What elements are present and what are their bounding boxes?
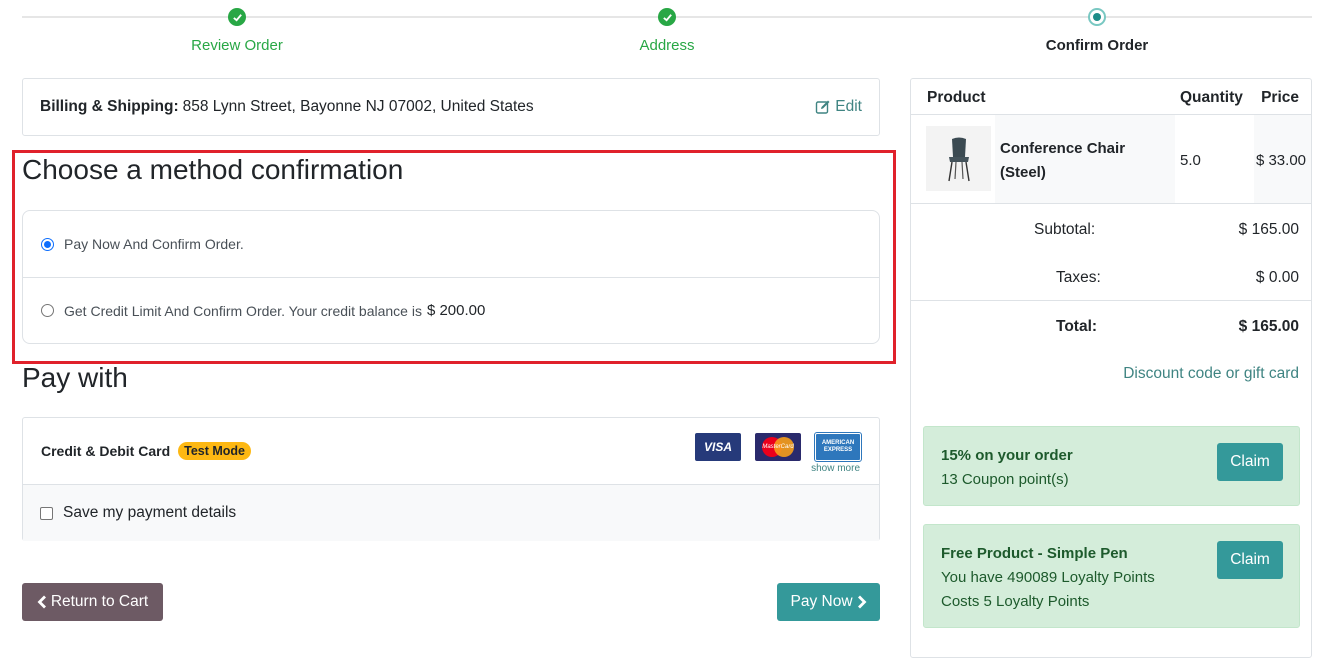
save-payment-row[interactable]: Save my payment details xyxy=(23,485,879,541)
header-price: Price xyxy=(1261,89,1299,106)
method-title: Choose a method confirmation xyxy=(22,154,404,185)
order-summary: Product Quantity Price Conference Chair … xyxy=(910,78,1312,658)
edit-label: Edit xyxy=(835,98,862,115)
checkout-stepper: Review Order Address Confirm Order xyxy=(22,0,1312,70)
billing-shipping-box: Billing & Shipping: 858 Lynn Street, Bay… xyxy=(22,78,880,136)
step-review-order[interactable]: Review Order xyxy=(117,8,357,54)
pay-with-title: Pay with xyxy=(22,362,128,393)
product-image xyxy=(926,126,991,191)
promo-card: 15% on your order 13 Coupon point(s) Cla… xyxy=(923,426,1300,506)
check-icon xyxy=(228,8,246,26)
step-label: Review Order xyxy=(191,37,283,54)
step-label: Confirm Order xyxy=(1045,37,1149,54)
taxes-label: Taxes: xyxy=(1056,269,1101,286)
discount-code-link[interactable]: Discount code or gift card xyxy=(1123,365,1299,383)
promo-detail: 13 Coupon point(s) xyxy=(941,471,1069,488)
method-option-label: Get Credit Limit And Confirm Order. Your… xyxy=(64,302,422,319)
claim-button[interactable]: Claim xyxy=(1217,541,1283,579)
promo-card: Free Product - Simple Pen You have 49008… xyxy=(923,524,1300,628)
method-option-label: Pay Now And Confirm Order. xyxy=(64,236,244,252)
subtotal-value: $ 165.00 xyxy=(1238,221,1299,238)
product-quantity: 5.0 xyxy=(1180,152,1201,169)
chevron-right-icon xyxy=(857,595,866,609)
product-name: Conference Chair (Steel) xyxy=(1000,140,1126,181)
pay-now-button[interactable]: Pay Now xyxy=(777,583,880,621)
save-payment-label: Save my payment details xyxy=(63,504,237,521)
method-option-pay-now[interactable]: Pay Now And Confirm Order. xyxy=(23,211,879,277)
save-payment-checkbox[interactable] xyxy=(40,506,53,520)
billing-label: Billing & Shipping: xyxy=(40,98,179,115)
radio-pay-now[interactable] xyxy=(41,237,54,251)
header-product: Product xyxy=(927,89,986,106)
promo-detail: You have 490089 Loyalty Points xyxy=(941,569,1155,586)
check-icon xyxy=(658,8,676,26)
total-label: Total: xyxy=(1056,318,1098,335)
mastercard-icon: MasterCard xyxy=(755,433,801,461)
edit-icon xyxy=(816,100,830,114)
return-to-cart-label: Return to Cart xyxy=(50,593,149,610)
total-value: $ 165.00 xyxy=(1238,318,1299,335)
promo-title: 15% on your order xyxy=(941,447,1073,464)
show-more-link[interactable]: show more xyxy=(811,463,860,474)
provider-name: Credit & Debit Card xyxy=(41,443,171,459)
billing-address: 858 Lynn Street, Bayonne NJ 07002, Unite… xyxy=(182,98,534,115)
step-address[interactable]: Address xyxy=(547,8,787,54)
promo-title: Free Product - Simple Pen xyxy=(941,545,1128,562)
radio-credit-limit[interactable] xyxy=(41,304,54,317)
chevron-left-icon xyxy=(37,595,46,609)
test-mode-badge: Test Mode xyxy=(178,442,252,460)
amex-icon: AMERICAN EXPRESS xyxy=(814,432,862,462)
current-step-icon xyxy=(1088,8,1106,26)
edit-address-link[interactable]: Edit xyxy=(815,98,862,116)
header-quantity: Quantity xyxy=(1180,89,1243,106)
method-option-credit-limit[interactable]: Get Credit Limit And Confirm Order. Your… xyxy=(23,277,879,343)
product-price: $ 33.00 xyxy=(1255,152,1306,169)
payment-provider-card: Credit & Debit Card Test Mode VISA Maste… xyxy=(22,417,880,541)
step-label: Address xyxy=(639,37,695,54)
step-confirm-order: Confirm Order xyxy=(977,8,1217,54)
promo-detail: Costs 5 Loyalty Points xyxy=(941,593,1090,610)
credit-balance: $ 200.00 xyxy=(426,302,486,319)
card-logos: VISA MasterCard AMERICAN EXPRESS show mo… xyxy=(695,431,862,474)
return-to-cart-button[interactable]: Return to Cart xyxy=(22,583,163,621)
method-options: Pay Now And Confirm Order. Get Credit Li… xyxy=(22,210,880,344)
summary-header: Product Quantity Price xyxy=(911,79,1311,115)
payment-provider-row[interactable]: Credit & Debit Card Test Mode VISA Maste… xyxy=(23,418,879,485)
pay-now-label: Pay Now xyxy=(790,593,853,610)
product-row: Conference Chair (Steel) 5.0 $ 33.00 xyxy=(911,115,1311,204)
claim-button[interactable]: Claim xyxy=(1217,443,1283,481)
subtotal-label: Subtotal: xyxy=(1034,221,1096,238)
chair-icon xyxy=(947,137,970,181)
visa-icon: VISA xyxy=(695,433,741,461)
taxes-value: $ 0.00 xyxy=(1255,269,1299,286)
